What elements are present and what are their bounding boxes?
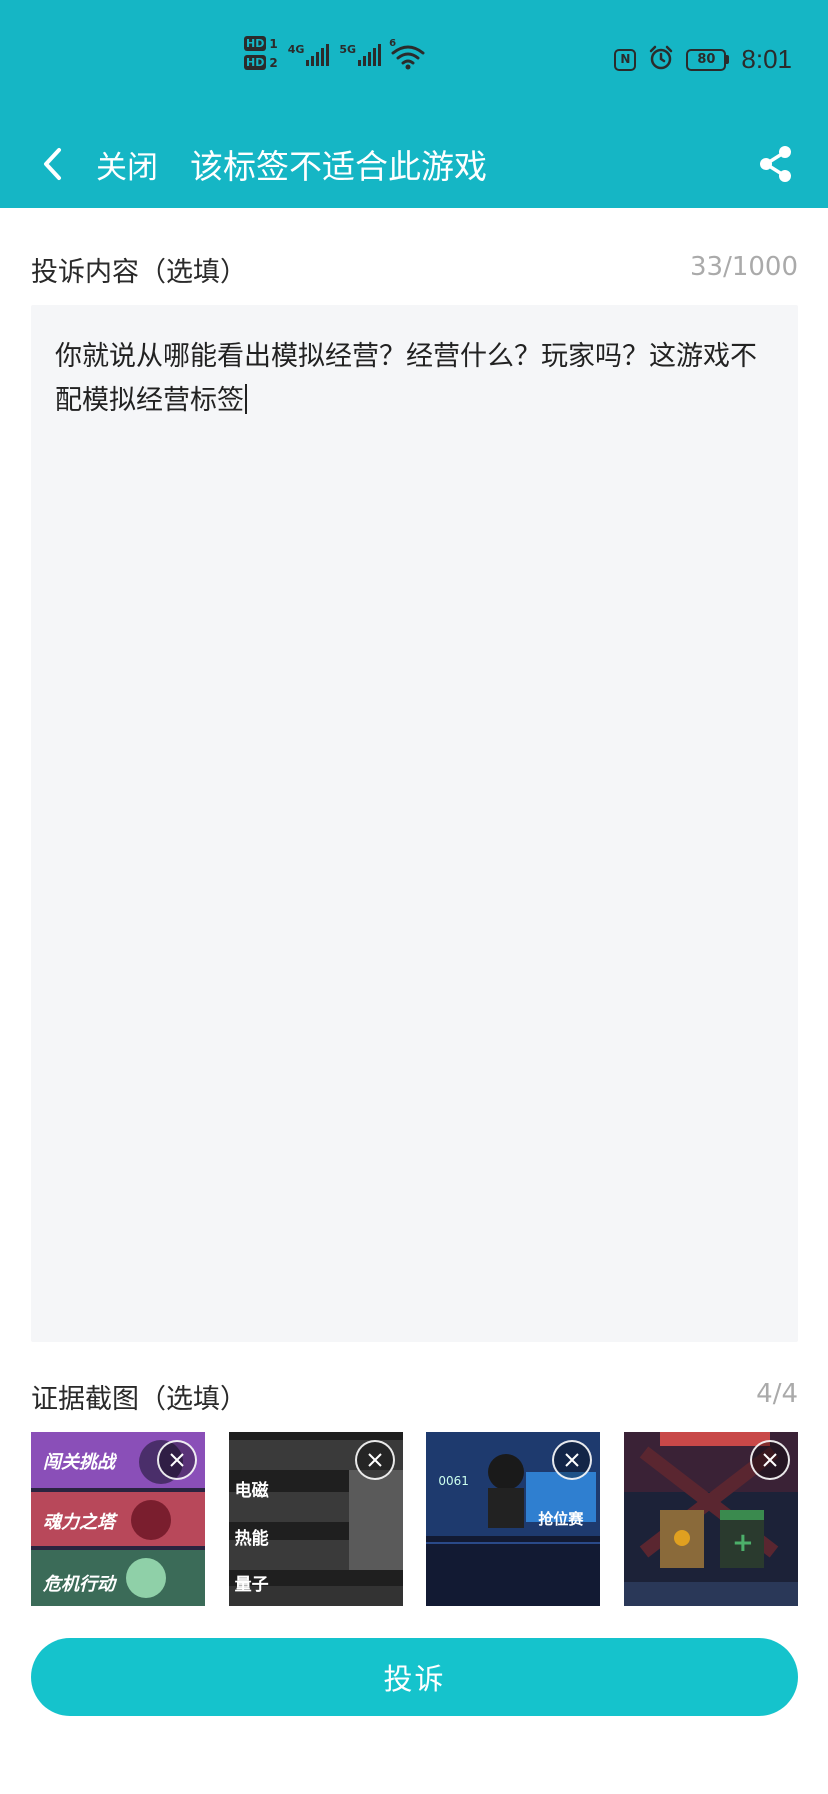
evidence-counter: 4/4 [756,1379,798,1409]
thumb-text: 电磁 [234,1481,269,1501]
thumb-text: 量子 [234,1575,269,1595]
hd-badge: HD [244,55,267,70]
share-button[interactable] [748,134,804,194]
complaint-label: 投诉内容（选填） [31,257,247,288]
close-icon [763,1453,777,1467]
battery-level: 80 [686,48,727,71]
evidence-thumbnails: 闯关挑战 魂力之塔 危机行动 电磁 热能 量子 抢位赛 0061 + [31,1432,798,1606]
status-time: 8:01 [741,44,792,74]
network-type: 4G [287,43,305,56]
thumb-text: + [731,1528,754,1558]
thumb-text: 魂力之塔 [43,1512,115,1533]
wifi-label: 6 [389,38,397,49]
thumb-text: 热能 [234,1529,269,1549]
remove-image-button[interactable] [749,1440,790,1480]
evidence-thumbnail[interactable]: 抢位赛 0061 [426,1432,601,1606]
wifi-icon: 6 [389,38,425,74]
hd-badge: HD [244,36,267,51]
status-bar: HD 1 HD 2 4G 5G 6 N 80 8:01 [0,0,828,120]
sim-number: 1 [269,36,278,51]
signal-bars-icon [306,44,330,66]
app-header: HD 1 HD 2 4G 5G 6 N 80 8:01 关闭 该标签不适合此游戏 [0,0,828,208]
complaint-char-counter: 33/1000 [689,252,798,282]
status-left: HD 1 HD 2 4G 5G 6 [244,36,425,74]
evidence-thumbnail[interactable]: 电磁 热能 量子 [228,1432,403,1606]
submit-complaint-button[interactable]: 投诉 [31,1638,798,1716]
share-icon [760,146,791,182]
signal-4g: 4G [288,44,330,66]
complaint-textarea[interactable]: 你就说从哪能看出模拟经营？经营什么？玩家吗？这游戏不配模拟经营标签 [31,305,798,1342]
thumb-text: 抢位赛 [538,1510,584,1528]
close-button[interactable]: 关闭 [96,142,158,187]
thumb-text: 闯关挑战 [43,1452,115,1473]
close-icon [170,1453,184,1467]
battery-icon: 80 [686,48,730,71]
nav-bar: 关闭 该标签不适合此游戏 [0,120,828,208]
sim-indicators: HD 1 HD 2 [244,36,278,70]
back-button[interactable] [28,136,76,192]
close-icon [565,1453,580,1467]
text-cursor [245,384,247,414]
remove-image-button[interactable] [354,1440,395,1480]
signal-bars-icon [358,44,382,66]
thumb-text: 危机行动 [43,1574,115,1595]
chevron-left-icon [44,148,61,180]
sim-number: 2 [269,55,278,70]
signal-5g: 5G [339,43,382,66]
thumb-text: 0061 [438,1474,469,1488]
status-right: N 80 8:01 [614,44,792,75]
remove-image-button[interactable] [157,1440,197,1480]
evidence-thumbnail[interactable]: + [623,1432,798,1606]
evidence-label: 证据截图（选填） [31,1384,247,1415]
nfc-icon: N [614,48,637,71]
evidence-thumbnail[interactable]: 闯关挑战 魂力之塔 危机行动 [31,1432,205,1606]
close-icon [367,1453,382,1467]
alarm-icon [648,45,674,75]
network-type: 5G [339,43,357,56]
complaint-text: 你就说从哪能看出模拟经营？经营什么？玩家吗？这游戏不配模拟经营标签 [55,341,757,416]
page-title: 该标签不适合此游戏 [190,147,487,186]
